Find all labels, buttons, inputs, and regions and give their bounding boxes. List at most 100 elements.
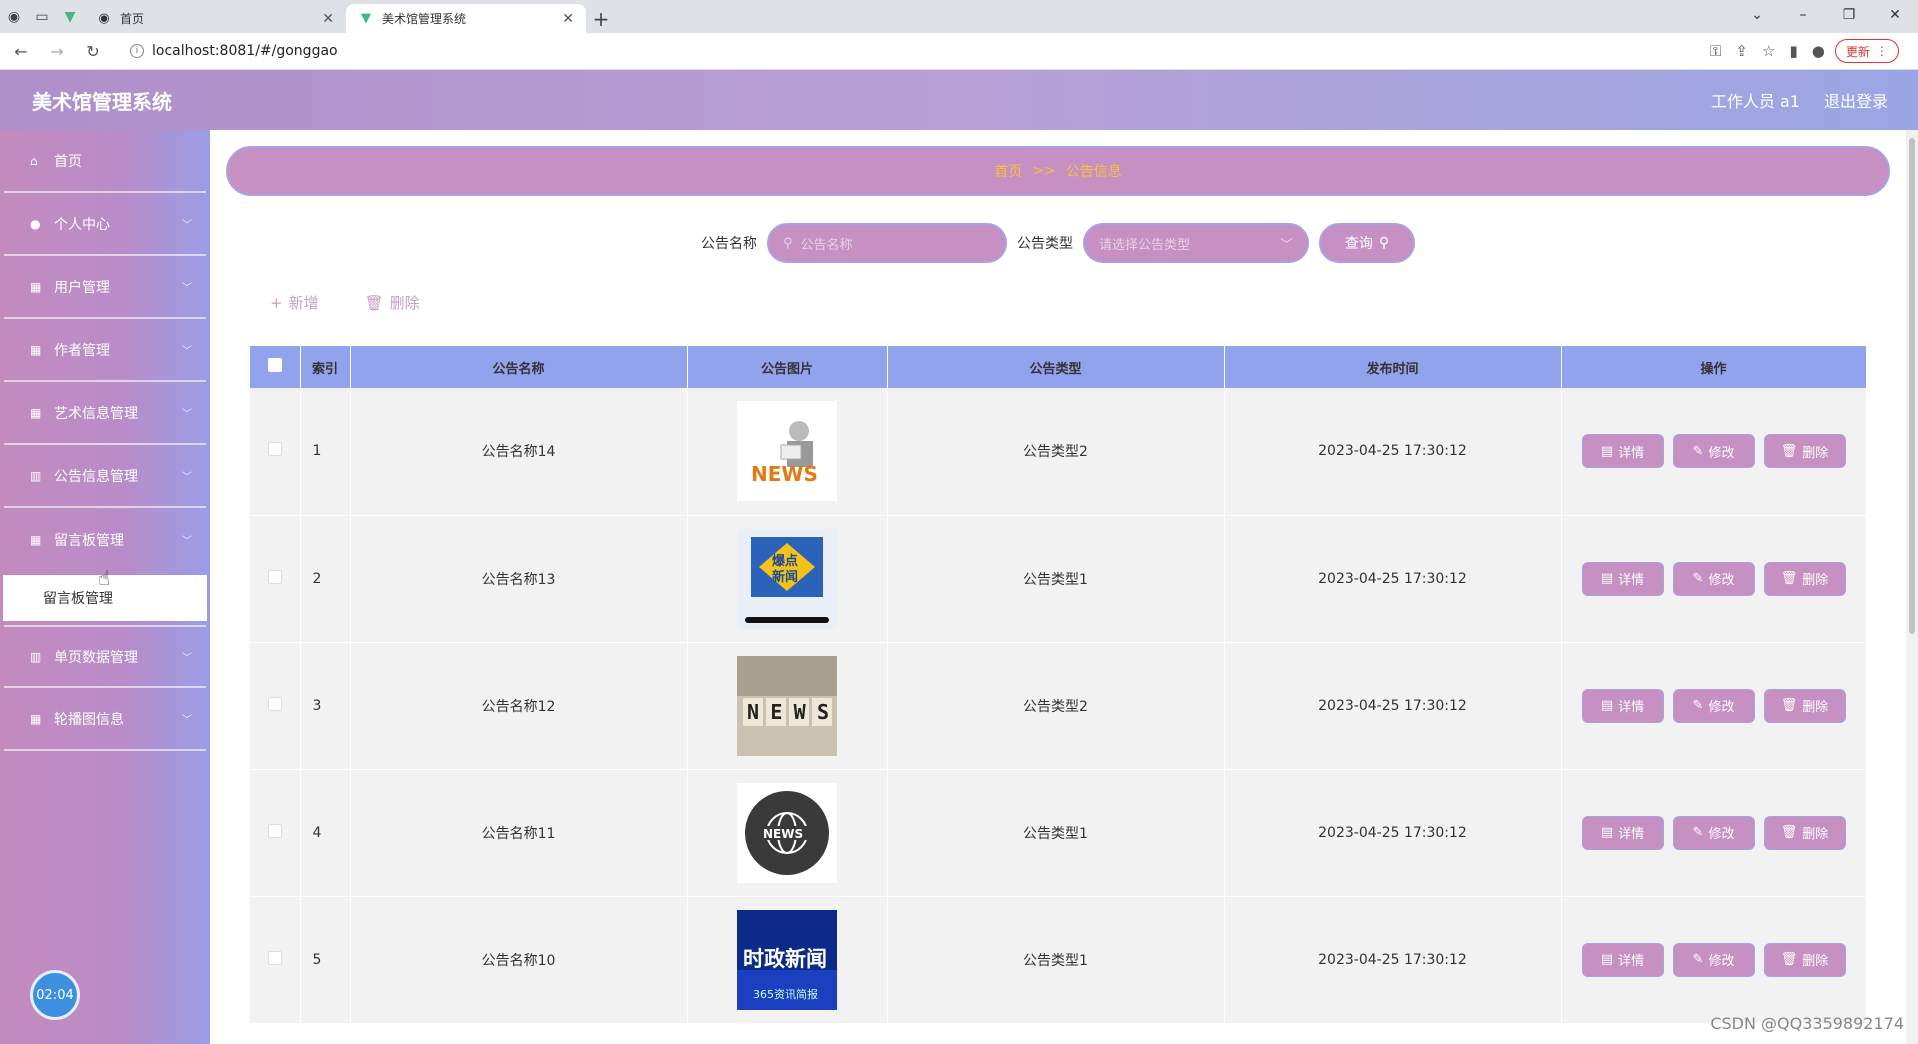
info-icon[interactable]: i [130,44,144,58]
delete-button[interactable]: 🗑 删除 [1763,815,1846,850]
row-checkbox[interactable] [267,442,282,457]
user-icon: ● [30,216,41,231]
vue-logo-icon: ▼ [361,11,371,26]
delete-button[interactable]: 🗑 删除 [1763,434,1846,469]
batch-delete-button[interactable]: 🗑 删除 [365,292,420,313]
breadcrumb-home[interactable]: 首页 [994,161,1022,181]
chevron-down-icon: ﹀ [182,715,192,726]
tab-active[interactable]: ▼ 美术馆管理系统 ✕ [346,4,586,33]
column-header: 操作 [1561,346,1866,388]
url-field[interactable]: i localhost:8081/#/gonggao [120,37,1680,65]
grid-icon: ▦ [30,405,42,420]
image-cell: NEWS [687,769,888,897]
window-close-icon[interactable]: ✕ [1872,0,1918,30]
time-cell: 2023-04-25 17:30:12 [1224,388,1562,516]
vue-favicon-icon[interactable]: ▼ [56,0,84,33]
sidebar-item-art-info[interactable]: ▦ 艺术信息管理 ﹀ [4,382,206,445]
detail-button[interactable]: ▤ 详情 [1581,815,1664,850]
app-title: 美术馆管理系统 [32,89,172,114]
sidebar-item-notices[interactable]: ▥ 公告信息管理 ﹀ [4,445,206,508]
pencil-icon: ✎ [1692,443,1704,459]
index-cell: 4 [300,769,351,897]
add-button[interactable]: + 新增 [270,292,319,313]
ops-cell: ▤ 详情 ✎ 修改 🗑 删除 [1561,769,1866,897]
back-icon[interactable]: ← [6,36,36,66]
sidebar-item-label: 个人中心 [54,216,110,233]
sidebar-item-label: 艺术信息管理 [54,405,138,422]
breadcrumb: 首页 >> 公告信息 [226,146,1890,196]
address-bar-icons: ⚿ ⇪ ☆ ▮ ● [1710,42,1825,60]
close-icon[interactable]: ✕ [562,11,574,27]
detail-button[interactable]: ▤ 详情 [1581,688,1664,723]
pencil-icon: ✎ [1692,571,1704,586]
trash-icon: 🗑 [1780,443,1798,459]
home-icon: ⌂ [30,153,38,168]
edit-button[interactable]: ✎ 修改 [1672,942,1755,977]
delete-button[interactable]: 🗑 删除 [1763,688,1846,723]
delete-button[interactable]: 🗑 删除 [1763,942,1846,977]
tab-home[interactable]: ◉ 首页 ✕ [84,4,346,33]
row-checkbox[interactable] [267,950,282,965]
name-search-label: 公告名称 [701,236,757,252]
share-icon[interactable]: ⇪ [1735,42,1748,60]
name-search-input[interactable]: ⚲ 公告名称 [767,223,1007,263]
logout-link[interactable]: 退出登录 [1824,88,1888,112]
news-blocks-image: NEWS [737,655,837,756]
detail-button[interactable]: ▤ 详情 [1581,942,1664,977]
name-search-placeholder: 公告名称 [800,237,853,253]
row-select-cell [250,642,301,770]
politics-news-image: 时政新闻 365资讯简报 [737,909,837,1010]
ops-cell: ▤ 详情 ✎ 修改 🗑 删除 [1561,642,1866,770]
sidebar-item-home[interactable]: ⌂ 首页 [4,130,206,193]
delete-button[interactable]: 🗑 删除 [1763,561,1846,596]
timer-badge: 02:04 [30,970,80,1020]
sidepanel-icon[interactable]: ▮ [1789,42,1797,60]
edit-button[interactable]: ✎ 修改 [1672,434,1755,469]
svg-text:NEWS: NEWS [763,827,803,841]
hand-cursor-icon: ☝ [98,566,111,590]
detail-button[interactable]: ▤ 详情 [1581,561,1664,596]
restore-icon[interactable]: ❐ [1826,0,1872,30]
reload-icon[interactable]: ↻ [78,36,108,66]
document-icon: ▤ [1600,952,1614,967]
star-icon[interactable]: ☆ [1762,42,1775,60]
new-tab-icon[interactable]: + [586,4,616,33]
column-header: 公告类型 [887,346,1225,388]
tab-list-chevron-icon[interactable]: ⌄ [1734,0,1780,30]
sidebar-item-label: 单页数据管理 [54,649,138,666]
select-all-checkbox[interactable] [267,358,282,372]
search-icon: ⚲ [1378,235,1390,251]
sidebar-item-authors[interactable]: ▦ 作者管理 ﹀ [4,319,206,382]
tab-search-icon[interactable]: ◉ [0,0,28,33]
sidebar-item-carousel[interactable]: ▦ 轮播图信息 ﹀ [4,688,206,751]
edit-button[interactable]: ✎ 修改 [1672,688,1755,723]
minimize-icon[interactable]: – [1780,0,1826,30]
sidebar-item-single-page[interactable]: ▥ 单页数据管理 ﹀ [4,625,206,688]
column-header: 公告名称 [350,346,688,388]
edit-button[interactable]: ✎ 修改 [1672,815,1755,850]
type-select[interactable]: 请选择公告类型 ﹀ [1083,223,1309,263]
row-checkbox[interactable] [267,696,282,711]
forward-icon[interactable]: → [42,36,72,66]
sidebar-item-personal[interactable]: ● 个人中心 ﹀ [4,193,206,256]
scrollbar-thumb[interactable] [1909,138,1915,634]
row-checkbox[interactable] [267,569,282,584]
notice-table: 索引 公告名称 公告图片 公告类型 发布时间 操作 1 公告名称14 NEWS … [250,346,1866,1044]
update-button[interactable]: 更新 ⋮ [1834,39,1899,63]
tab-group-icon[interactable]: ▭ [28,0,56,33]
profile-icon[interactable]: ● [1812,42,1825,60]
index-cell: 3 [300,642,351,770]
query-button[interactable]: 查询 ⚲ [1319,223,1415,263]
detail-button[interactable]: ▤ 详情 [1581,434,1664,469]
close-icon[interactable]: ✕ [322,11,334,27]
sidebar-item-users[interactable]: ▦ 用户管理 ﹀ [4,256,206,319]
key-icon[interactable]: ⚿ [1710,42,1721,60]
page-scrollbar[interactable] [1906,130,1918,1044]
row-checkbox[interactable] [267,823,282,838]
user-label: 工作人员 a1 [1710,92,1800,111]
image-cell: 爆点 新闻 [687,515,888,643]
sidebar-item-messageboard[interactable]: ▦ 留言板管理 ﹀ [4,508,206,571]
news-reader-image: NEWS [737,401,837,502]
more-icon: ⋮ [1875,44,1888,58]
edit-button[interactable]: ✎ 修改 [1672,561,1755,596]
